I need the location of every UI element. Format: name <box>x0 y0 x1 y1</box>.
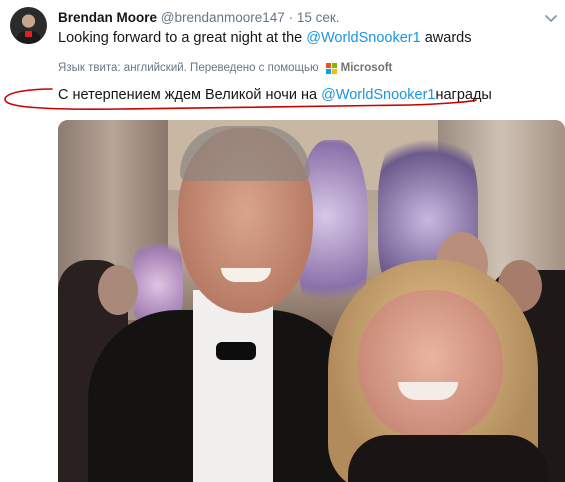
author-name[interactable]: Brendan Moore <box>58 10 157 25</box>
tweet-header: Brendan Moore @brendanmoore147 · 15 сек. <box>58 10 340 25</box>
translated-mention-link[interactable]: @WorldSnooker1 <box>321 87 435 103</box>
chevron-down-icon[interactable] <box>543 10 559 26</box>
tweet-mention-link[interactable]: @WorldSnooker1 <box>306 30 420 46</box>
microsoft-logo-icon <box>325 62 337 74</box>
author-handle[interactable]: @brendanmoore147 <box>161 10 285 25</box>
translation-notice: Язык твита: английский. Переведено с пом… <box>58 62 392 74</box>
timestamp[interactable]: 15 сек. <box>297 10 340 25</box>
tweet-photo[interactable] <box>58 120 565 482</box>
translated-text-suffix: награды <box>435 87 492 103</box>
translation-notice-text: Язык твита: английский. Переведено с пом… <box>58 62 319 74</box>
tweet-text: Looking forward to a great night at the … <box>58 30 471 46</box>
separator-dot: · <box>288 10 294 25</box>
translated-text-prefix: С нетерпением ждем Великой ночи на <box>58 87 322 103</box>
avatar[interactable] <box>10 7 47 44</box>
tweet-text-prefix: Looking forward to a great night at the <box>58 30 307 46</box>
tweet-text-suffix: awards <box>420 30 472 46</box>
translation-provider[interactable]: Microsoft <box>341 62 393 74</box>
translated-text: С нетерпением ждем Великой ночи на @Worl… <box>58 87 492 103</box>
